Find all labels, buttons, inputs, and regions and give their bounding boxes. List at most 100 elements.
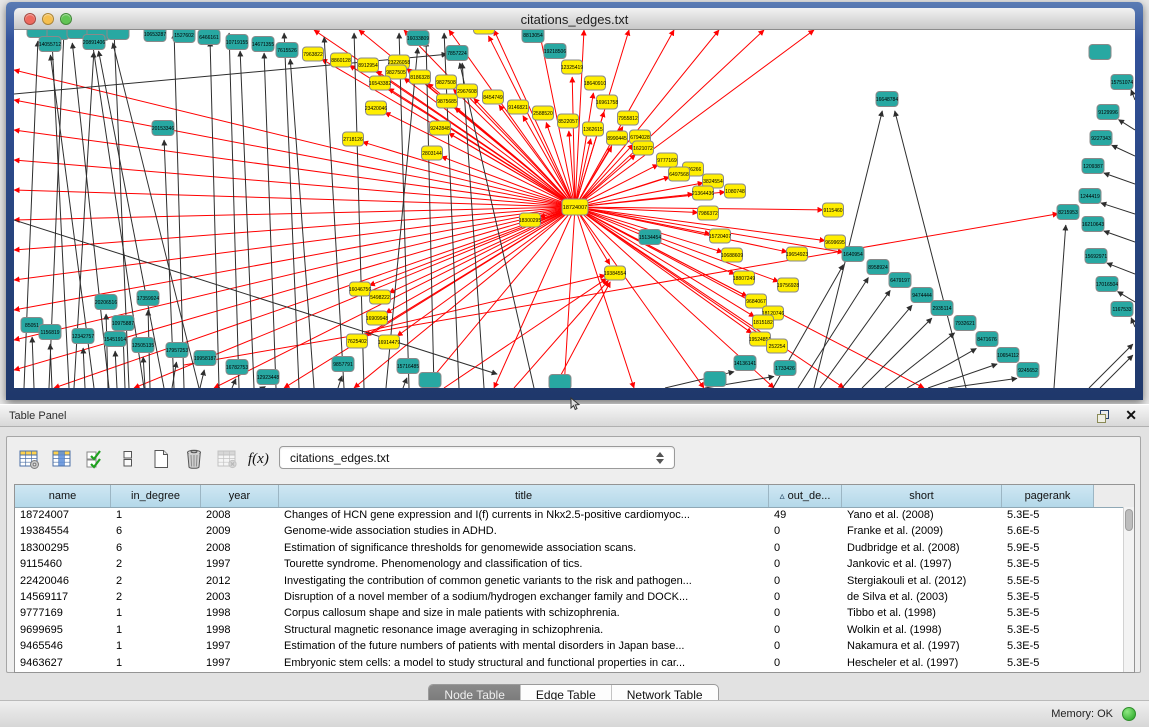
network-node[interactable]: 12342757 <box>72 329 94 344</box>
network-node[interactable]: 1156819 <box>39 325 61 340</box>
network-node[interactable]: 8912954 <box>358 58 379 72</box>
network-node[interactable]: 19958187 <box>194 351 216 366</box>
network-node[interactable]: 9146821 <box>508 100 529 114</box>
network-node[interactable]: 9227343 <box>1090 131 1112 146</box>
network-node[interactable]: 17359924 <box>137 291 159 306</box>
network-node[interactable]: 1527602 <box>173 30 195 43</box>
network-node[interactable]: 9129996 <box>1097 105 1119 120</box>
network-node[interactable]: 9242848 <box>430 121 451 135</box>
network-node[interactable]: 19384554 <box>604 266 626 280</box>
network-node[interactable]: 7857224 <box>446 46 468 61</box>
network-node[interactable]: 7986372 <box>698 206 719 220</box>
function-builder-icon[interactable]: f(x) <box>248 451 269 468</box>
network-node[interactable]: 1244419 <box>1079 189 1101 204</box>
network-node[interactable]: 8215953 <box>1057 205 1079 220</box>
network-node[interactable]: 2967608 <box>457 84 478 98</box>
network-node[interactable] <box>549 375 571 389</box>
network-node[interactable]: 7615526 <box>276 43 298 58</box>
network-node[interactable]: 9827508 <box>436 75 457 89</box>
delete-table-icon[interactable] <box>182 447 206 471</box>
column-header-in-degree[interactable]: in_degree <box>111 485 201 507</box>
network-node[interactable]: 9875685 <box>437 94 458 108</box>
network-node[interactable]: 10719155 <box>226 35 248 50</box>
network-node[interactable]: 17016504 <box>1096 277 1118 292</box>
network-node[interactable]: 8522057 <box>558 114 579 128</box>
column-header-out-de[interactable]: ▵out_de... <box>769 485 842 507</box>
network-node[interactable]: 8958924 <box>867 260 889 275</box>
network-node[interactable]: 10654112 <box>997 348 1019 363</box>
network-node[interactable]: 16961758 <box>596 95 618 109</box>
network-node[interactable]: 18300295 <box>519 213 541 227</box>
network-node[interactable]: 12325419 <box>561 60 583 74</box>
network-node[interactable]: 15692971 <box>1085 249 1107 264</box>
network-node[interactable]: 20206516 <box>95 295 117 310</box>
network-node[interactable]: 8990445 <box>607 131 628 145</box>
network-node[interactable] <box>419 373 441 388</box>
network-node[interactable]: 2935114 <box>931 301 953 316</box>
network-node[interactable]: 20153346 <box>152 121 174 136</box>
column-header-year[interactable]: year <box>201 485 279 507</box>
network-node[interactable]: 8471676 <box>976 332 998 347</box>
network-node[interactable]: 16210643 <box>1082 217 1104 232</box>
network-node[interactable]: 9699695 <box>825 235 846 249</box>
network-node[interactable]: 23420046 <box>365 101 387 115</box>
network-node[interactable]: 6497568 <box>669 167 690 181</box>
table-row[interactable]: 946554611997Estimation of the future num… <box>15 638 1123 654</box>
network-node[interactable] <box>474 30 495 34</box>
network-node[interactable]: 16909948 <box>366 311 388 325</box>
network-node[interactable]: 6479197 <box>889 273 911 288</box>
table-row[interactable]: 969969511998Structural magnetic resonanc… <box>15 622 1123 638</box>
network-node[interactable]: 9115460 <box>823 203 844 217</box>
table-row[interactable]: 1938455462009Genome-wide association stu… <box>15 523 1123 539</box>
table-row[interactable]: 2242004622012Investigating the contribut… <box>15 573 1123 589</box>
network-node[interactable]: 9684067 <box>746 294 767 308</box>
table-row[interactable]: 977716911998Corpus callosum shape and si… <box>15 605 1123 621</box>
network-node[interactable]: 18724007 <box>562 199 588 215</box>
network-node[interactable]: 1640954 <box>842 247 864 262</box>
close-panel-icon[interactable]: ✕ <box>1125 407 1137 424</box>
scrollbar-thumb[interactable] <box>1125 509 1133 531</box>
network-node[interactable]: 7963822 <box>303 47 324 61</box>
table-selector[interactable]: citations_edges.txt <box>279 446 675 469</box>
column-header-title[interactable]: title <box>279 485 769 507</box>
network-node[interactable]: 1362615 <box>583 122 604 136</box>
network-node[interactable] <box>704 372 726 387</box>
network-node[interactable]: 19756928 <box>777 278 799 292</box>
network-node[interactable]: 2588520 <box>533 106 554 120</box>
network-node[interactable]: 2803144 <box>422 146 443 160</box>
network-node[interactable]: 19654923 <box>786 247 808 261</box>
network-node[interactable]: 16782753 <box>226 360 248 375</box>
network-node[interactable]: 5498222 <box>370 290 391 304</box>
table-row[interactable]: 946362711997Embryonic stem cells: a mode… <box>15 655 1123 671</box>
network-node[interactable]: 15451914 <box>104 332 126 347</box>
column-header-name[interactable]: name <box>15 485 111 507</box>
network-node[interactable] <box>107 30 129 40</box>
network-node[interactable]: 9474444 <box>911 288 933 303</box>
network-node[interactable]: 14136141 <box>734 356 756 371</box>
window-titlebar[interactable]: citations_edges.txt <box>14 8 1135 30</box>
network-node[interactable]: 16648784 <box>876 92 898 107</box>
network-node[interactable]: 1621072 <box>633 141 654 155</box>
network-node[interactable]: 10653287 <box>144 30 166 42</box>
network-node[interactable]: 7932621 <box>954 316 976 331</box>
network-node[interactable]: 1733426 <box>774 361 796 376</box>
network-node[interactable]: 9245652 <box>1017 363 1039 378</box>
network-node[interactable]: 15134454 <box>639 230 661 245</box>
network-node[interactable]: 18640910 <box>584 76 606 90</box>
float-window-icon[interactable] <box>1096 409 1111 424</box>
network-node[interactable]: 1209387 <box>1082 159 1104 174</box>
select-rows-icon[interactable] <box>83 447 107 471</box>
new-table-icon[interactable] <box>149 447 173 471</box>
network-node[interactable]: 8813054 <box>522 30 544 43</box>
network-node[interactable]: 252254 <box>767 339 788 353</box>
vertical-scrollbar[interactable] <box>1123 507 1134 672</box>
network-node[interactable]: 9777169 <box>657 153 678 167</box>
show-columns-icon[interactable] <box>50 447 74 471</box>
network-node[interactable]: 15720407 <box>709 229 731 243</box>
network-node[interactable]: 17957253 <box>166 343 188 358</box>
column-header-short[interactable]: short <box>842 485 1002 507</box>
network-node[interactable]: 20891406 <box>83 35 105 50</box>
network-node[interactable] <box>1089 45 1111 60</box>
network-node[interactable]: 16046756 <box>349 282 371 296</box>
network-node[interactable]: 7955812 <box>618 111 639 125</box>
